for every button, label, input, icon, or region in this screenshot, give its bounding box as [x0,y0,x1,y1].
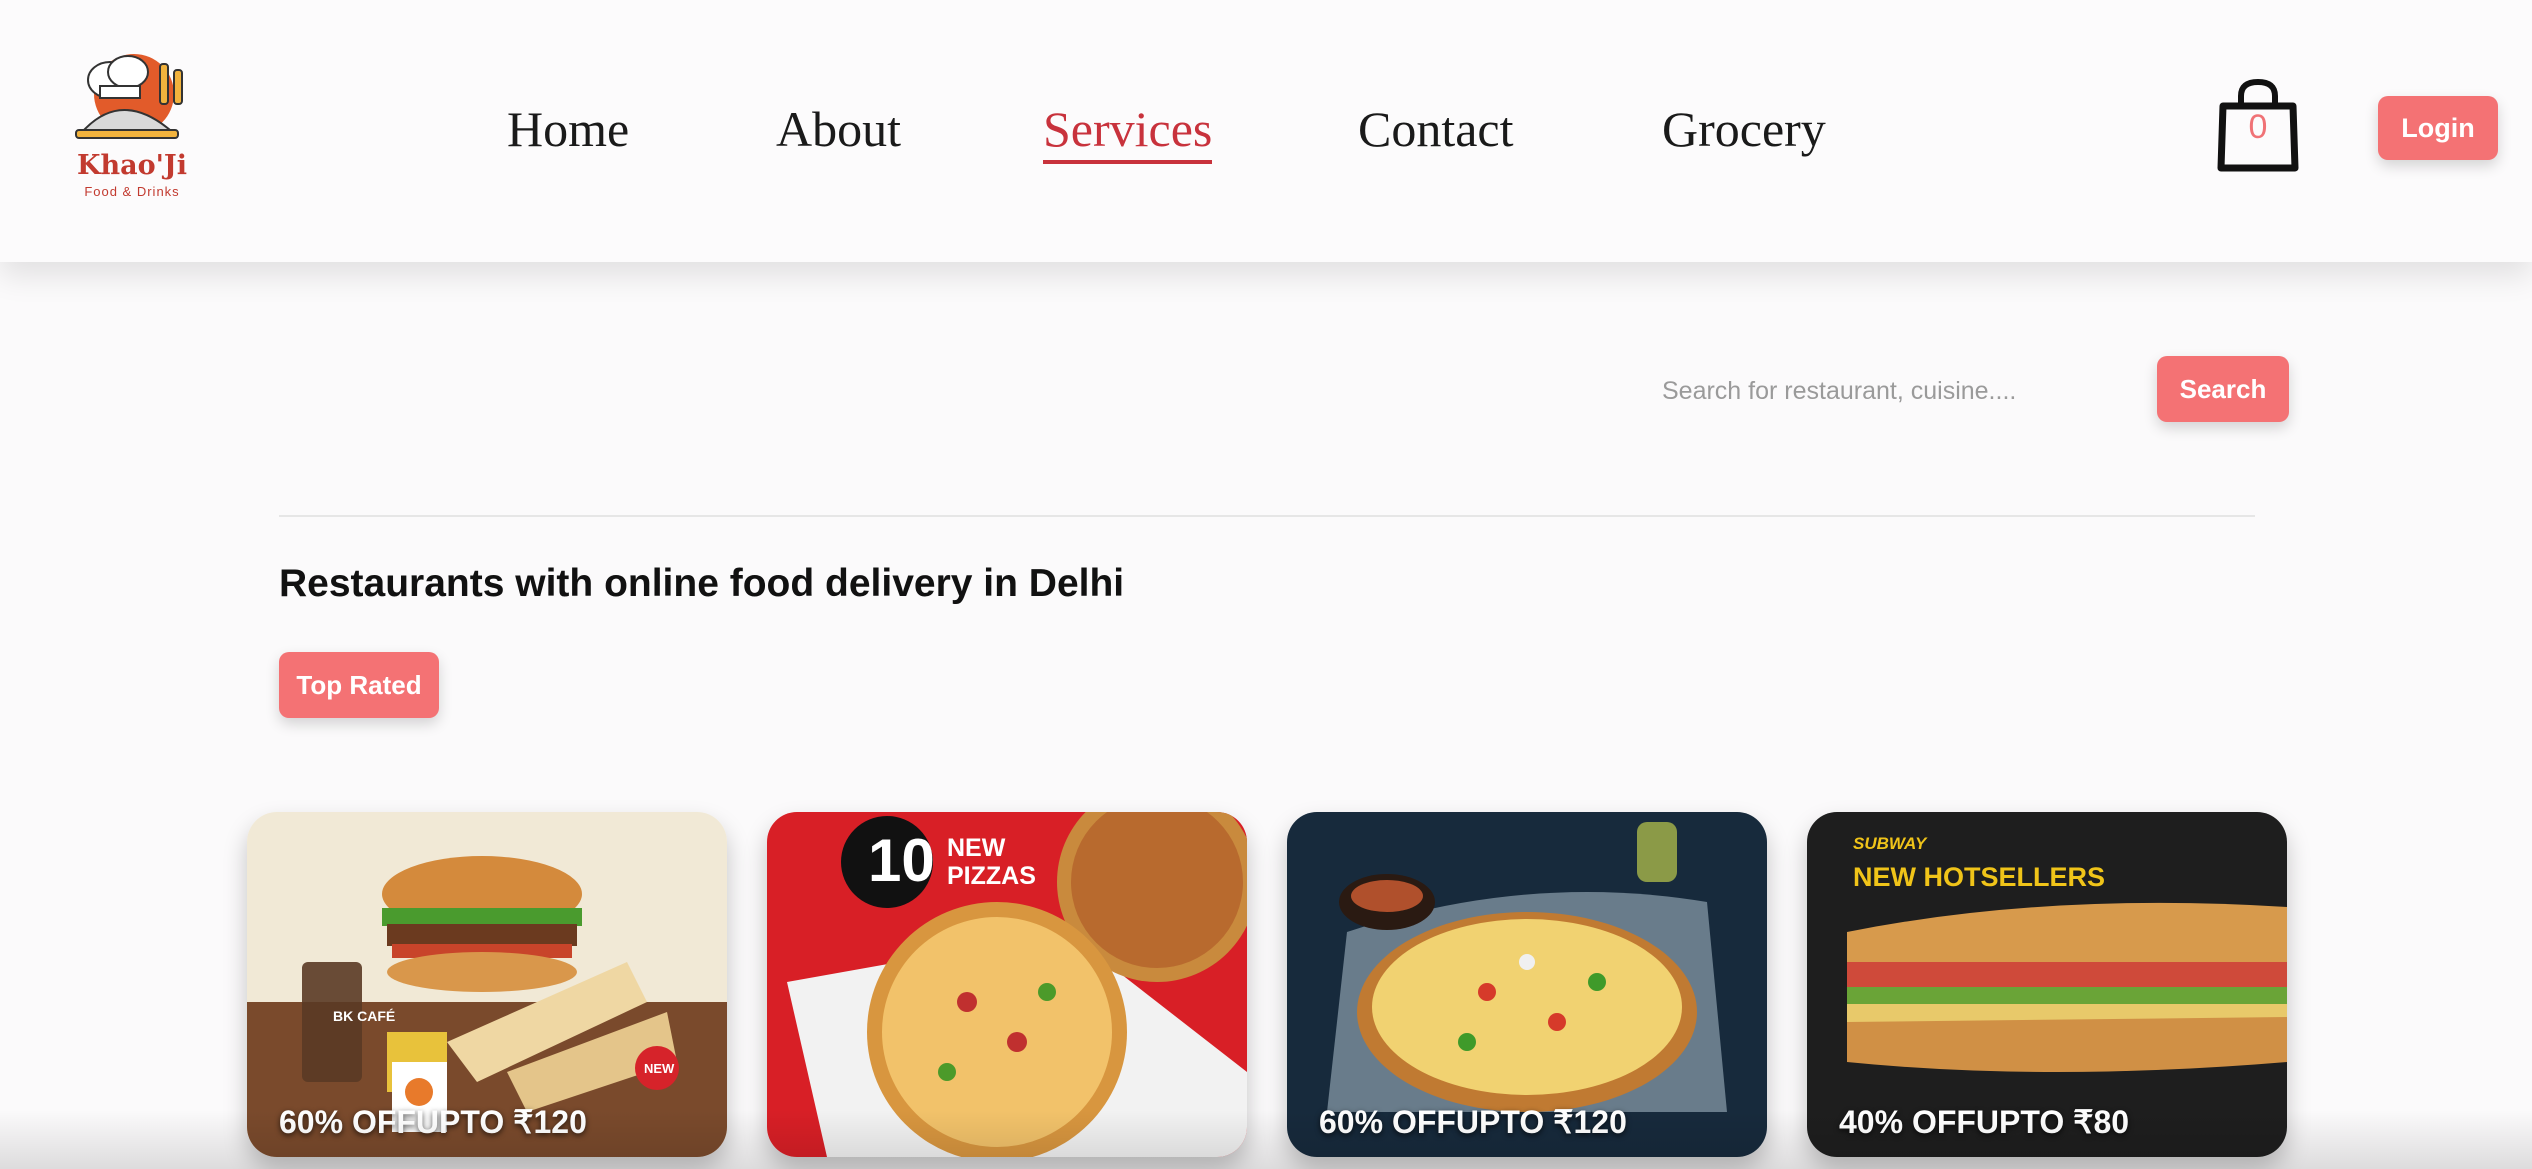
section-title: Restaurants with online food delivery in… [279,562,1125,605]
promo-number: 10 [868,827,935,894]
nav-grocery[interactable]: Grocery [1662,100,1826,158]
top-rated-filter-button[interactable]: Top Rated [279,652,439,718]
card-offer: 60% OFFUPTO ₹120 [279,1104,587,1140]
site-header: Khao'Ji Food & Drinks Home About Service… [0,0,2532,262]
brand-logo[interactable]: Khao'Ji Food & Drinks [62,50,202,208]
restaurant-card[interactable]: 10 NEW PIZZAS [767,812,1247,1157]
restaurant-card[interactable]: SUBWAY NEW HOTSELLERS 40% OFFUPTO ₹80 [1807,812,2287,1157]
section-divider [279,515,2255,517]
nav-about[interactable]: About [776,100,901,158]
card-offer: 40% OFFUPTO ₹80 [1839,1104,2130,1140]
new-badge: NEW [644,1061,675,1076]
chef-cloche-icon [75,54,183,139]
search-input[interactable] [1660,362,2144,420]
card-offer: 60% OFFUPTO ₹120 [1319,1104,1627,1140]
brand-name: Khao'Ji [77,150,187,181]
login-button[interactable]: Login [2378,96,2498,160]
cart-count: 0 [2248,108,2268,146]
promo-label: NEW HOTSELLERS [1853,862,2106,892]
nav-services[interactable]: Services [1043,100,1213,164]
brand-tagline: Food & Drinks [84,184,180,199]
subway-logo: SUBWAY [1853,834,1927,853]
nav-contact[interactable]: Contact [1358,100,1514,158]
restaurant-card[interactable]: 60% OFFUPTO ₹120 [1287,812,1767,1157]
cart-button[interactable]: 0 [2215,78,2301,174]
nav-home[interactable]: Home [507,100,629,158]
promo-label: NEW PIZZAS [947,834,1036,890]
search-button[interactable]: Search [2157,356,2289,422]
card-overlay-label: BK CAFÉ [333,1008,396,1024]
restaurant-card[interactable]: BK CAFÉ NEW 60% OFFUPTO ₹120 [247,812,727,1157]
